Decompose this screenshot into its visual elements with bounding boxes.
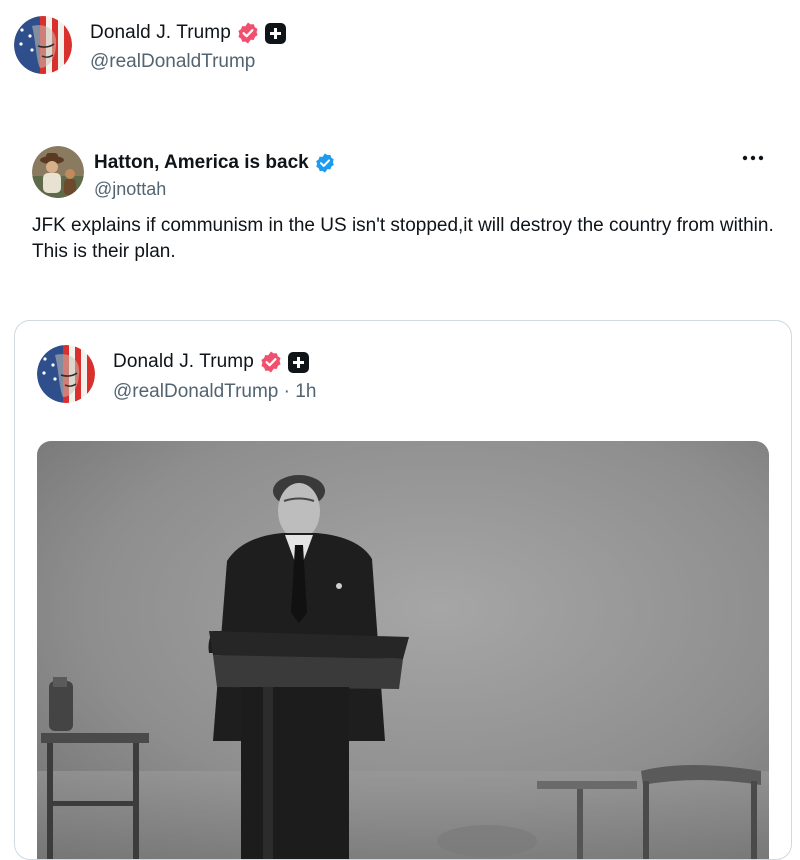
quoted-post-card[interactable]: Donald J. Trump @realDonaldTrump · 1h [14, 320, 792, 860]
profile-header: Donald J. Trump @realDonaldTrump [14, 16, 286, 76]
more-horizontal-icon [742, 155, 764, 161]
quoted-author-name[interactable]: Donald J. Trump [113, 351, 254, 373]
quoted-post-header: Donald J. Trump @realDonaldTrump · 1h [37, 345, 316, 403]
plus-square-icon [287, 351, 309, 373]
meta-separator: · [283, 381, 296, 402]
post-text: JFK explains if communism in the US isn'… [32, 215, 774, 262]
post-header: Hatton, America is back @jnottah [32, 146, 336, 200]
post-author-avatar[interactable] [32, 146, 84, 198]
quoted-post-meta: @realDonaldTrump · 1h [113, 381, 316, 403]
quoted-author-avatar[interactable] [37, 345, 95, 403]
verified-badge-icon [259, 350, 283, 374]
more-options-button[interactable] [736, 146, 770, 170]
profile-handle[interactable]: @realDonaldTrump [90, 51, 286, 73]
profile-name[interactable]: Donald J. Trump [90, 22, 231, 44]
verified-badge-icon [236, 21, 260, 45]
plus-square-icon [264, 22, 286, 44]
verified-badge-icon [314, 152, 336, 174]
post-author-handle[interactable]: @jnottah [94, 179, 336, 200]
quoted-author-handle[interactable]: @realDonaldTrump [113, 381, 278, 402]
post-author-name[interactable]: Hatton, America is back [94, 152, 309, 174]
profile-avatar[interactable] [14, 16, 72, 74]
video-thumbnail[interactable] [37, 441, 769, 859]
post-timestamp[interactable]: 1h [295, 381, 316, 402]
